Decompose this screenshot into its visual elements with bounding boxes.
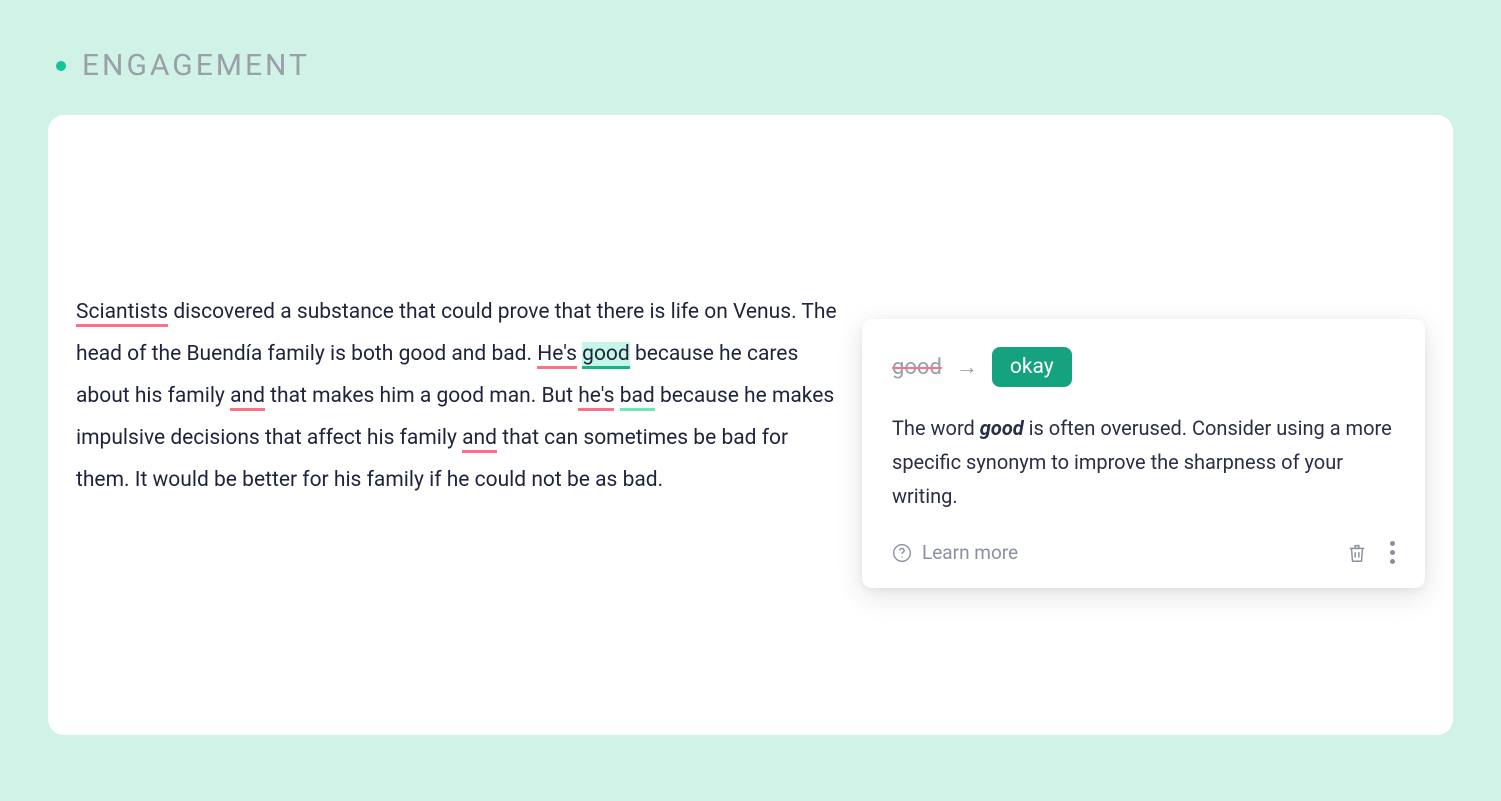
underline-error[interactable]: he's (578, 384, 614, 411)
section-title: ENGAGEMENT (82, 48, 310, 83)
suggestion-panel: good → okay The word good is often overu… (862, 319, 1425, 588)
bullet-icon (56, 61, 66, 71)
suggestion-description: The word good is often overused. Conside… (892, 411, 1395, 513)
desc-bold-word: good (980, 416, 1024, 440)
replacement-chip[interactable]: okay (992, 347, 1072, 387)
suggestion-row: good → okay (892, 347, 1395, 387)
content-card: Sciantists discovered a substance that c… (48, 115, 1453, 735)
more-options-icon[interactable] (1390, 541, 1395, 564)
text-segment (614, 384, 619, 408)
learn-more-link[interactable]: Learn more (892, 541, 1018, 564)
underline-error[interactable]: He's (537, 342, 577, 369)
editor-text[interactable]: Sciantists discovered a substance that c… (76, 179, 862, 501)
highlight-engagement[interactable]: good (582, 342, 630, 369)
text-segment: that makes him a good man. But (265, 384, 578, 408)
footer-actions (1346, 541, 1395, 564)
underline-error[interactable]: and (462, 426, 497, 453)
panel-footer: Learn more (892, 541, 1395, 564)
desc-text: The word (892, 416, 980, 440)
underline-error[interactable]: and (230, 384, 265, 411)
arrow-icon: → (956, 354, 978, 380)
underline-error[interactable]: Sciantists (76, 300, 168, 327)
underline-engagement[interactable]: bad (620, 384, 655, 411)
section-header: ENGAGEMENT (56, 48, 1453, 83)
help-icon (892, 543, 912, 563)
trash-icon[interactable] (1346, 542, 1368, 564)
learn-more-label: Learn more (922, 541, 1018, 564)
original-word: good (892, 355, 942, 380)
